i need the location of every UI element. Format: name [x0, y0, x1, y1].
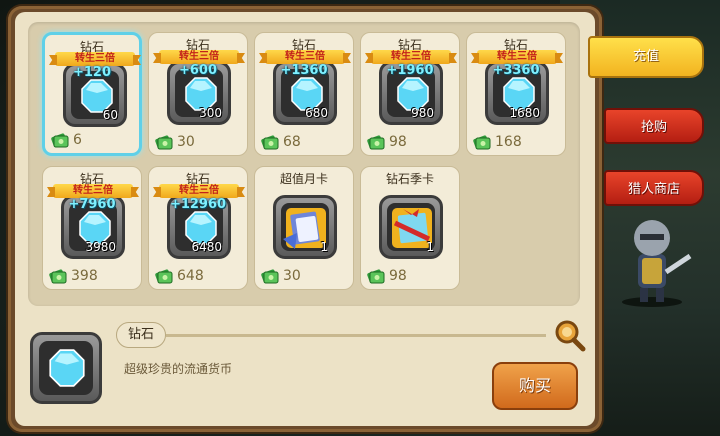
bonus-amount: +3360: [492, 63, 540, 78]
cash-icon: [51, 133, 69, 148]
item-title: 超值月卡: [279, 172, 328, 186]
item-quantity: 6480: [191, 240, 222, 254]
item-title: 钻石季卡: [385, 172, 434, 186]
item-name-bar: 钻石: [116, 320, 586, 352]
rebirth-triple-ribbon: 转生三倍: [477, 50, 557, 64]
shop-item-card[interactable]: 超值月卡 1 30: [254, 166, 354, 290]
bonus-amount: +600: [178, 63, 218, 78]
bonus-amount: +1360: [280, 63, 328, 78]
diamond-icon: [49, 349, 85, 387]
shop-item-card[interactable]: 钻石 转生三倍 300 +600 30: [148, 32, 248, 156]
item-quantity: 1: [426, 240, 434, 254]
rebirth-triple-ribbon: 转生三倍: [55, 52, 135, 66]
item-icon-frame: 1: [273, 195, 337, 259]
bonus-amount: +1960: [386, 63, 434, 78]
item-price: 68: [283, 134, 301, 150]
selected-item-icon: [30, 332, 102, 404]
tab-flash-sale[interactable]: 抢购: [604, 108, 704, 144]
cash-icon: [473, 135, 491, 150]
cash-icon: [49, 269, 67, 284]
shop-item-card[interactable]: 钻石 转生三倍 60 +120 6: [42, 32, 142, 156]
shop-item-card[interactable]: 钻石 转生三倍 3980 +7960 398: [42, 166, 142, 290]
bonus-amount: +120: [72, 65, 112, 80]
name-divider: [166, 334, 546, 337]
knight-character: [622, 220, 692, 307]
cash-icon: [261, 135, 279, 150]
shop-item-card[interactable]: 钻石 转生三倍 1680 +3360 168: [466, 32, 566, 156]
item-name-label: 钻石: [116, 322, 166, 348]
item-description: 超级珍贵的流通货币: [124, 362, 233, 376]
item-quantity: 980: [411, 106, 434, 120]
item-quantity: 300: [199, 106, 222, 120]
cash-icon: [155, 135, 173, 150]
shop-item-card[interactable]: 钻石季卡 1 98: [360, 166, 460, 290]
item-price: 398: [71, 268, 98, 284]
tab-recharge[interactable]: 充值: [588, 36, 704, 78]
item-price: 30: [177, 134, 195, 150]
rebirth-triple-ribbon: 转生三倍: [159, 50, 239, 64]
magnifier-icon[interactable]: [552, 318, 586, 352]
item-price: 98: [389, 268, 407, 284]
item-icon-frame: 1: [379, 195, 443, 259]
cash-icon: [367, 269, 385, 284]
cash-icon: [261, 269, 279, 284]
item-price: 98: [389, 134, 407, 150]
item-quantity: 1680: [509, 106, 540, 120]
rebirth-triple-ribbon: 转生三倍: [265, 50, 345, 64]
item-price: 6: [73, 132, 82, 148]
cash-icon: [155, 269, 173, 284]
item-price: 30: [283, 268, 301, 284]
rebirth-triple-ribbon: 转生三倍: [53, 184, 133, 198]
shop-item-card[interactable]: 钻石 转生三倍 680 +1360 68: [254, 32, 354, 156]
bonus-amount: +7960: [68, 197, 116, 212]
item-quantity: 3980: [85, 240, 116, 254]
buy-button[interactable]: 购买: [492, 362, 578, 410]
item-quantity: 60: [102, 108, 118, 122]
tab-hunter-shop[interactable]: 猎人商店: [604, 170, 704, 206]
bonus-amount: +12960: [169, 197, 227, 212]
item-quantity: 1: [320, 240, 328, 254]
rebirth-triple-ribbon: 转生三倍: [159, 184, 239, 198]
item-price: 648: [177, 268, 204, 284]
item-quantity: 680: [305, 106, 328, 120]
cash-icon: [367, 135, 385, 150]
rebirth-triple-ribbon: 转生三倍: [371, 50, 451, 64]
shop-item-card[interactable]: 钻石 转生三倍 6480 +12960 648: [148, 166, 248, 290]
shop-item-card[interactable]: 钻石 转生三倍 980 +1960 98: [360, 32, 460, 156]
item-price: 168: [495, 134, 522, 150]
